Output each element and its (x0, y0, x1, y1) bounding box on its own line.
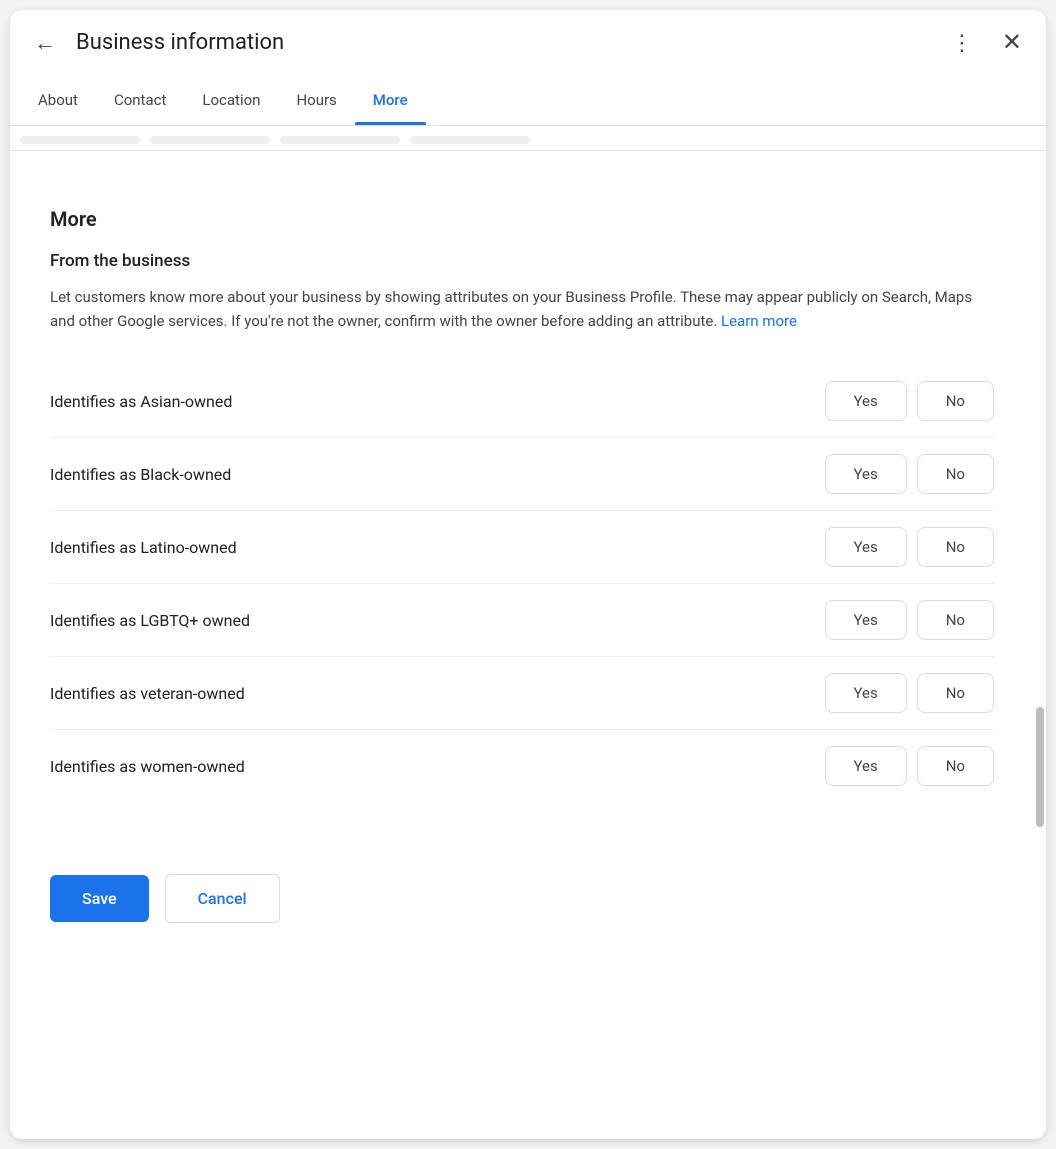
tab-location[interactable]: Location (184, 75, 278, 125)
learn-more-link[interactable]: Learn more (721, 312, 797, 330)
attribute-row-veteran: Identifies as veteran-owned Yes No (50, 657, 994, 730)
attribute-row-asian: Identifies as Asian-owned Yes No (50, 365, 994, 438)
attribute-label-latino: Identifies as Latino-owned (50, 538, 825, 557)
asian-no-button[interactable]: No (917, 381, 994, 421)
attribute-row-women: Identifies as women-owned Yes No (50, 730, 994, 802)
veteran-no-button[interactable]: No (917, 673, 994, 713)
scrollbar-track[interactable] (1034, 179, 1046, 1139)
tab-bar: About Contact Location Hours More (10, 75, 1046, 126)
section-title: More (50, 207, 994, 231)
attribute-row-lgbtq: Identifies as LGBTQ+ owned Yes No (50, 584, 994, 657)
tab-more[interactable]: More (355, 75, 426, 125)
save-button[interactable]: Save (50, 875, 149, 922)
btn-group-lgbtq: Yes No (825, 600, 995, 640)
page-title: Business information (76, 30, 927, 55)
business-info-panel: ← Business information ⋮ ✕ About Contact… (10, 10, 1046, 1139)
btn-group-veteran: Yes No (825, 673, 995, 713)
lgbtq-yes-button[interactable]: Yes (825, 600, 907, 640)
attribute-label-asian: Identifies as Asian-owned (50, 392, 825, 411)
asian-yes-button[interactable]: Yes (825, 381, 907, 421)
close-button[interactable]: ✕ (998, 24, 1026, 61)
tab-contact[interactable]: Contact (96, 75, 184, 125)
attribute-row-black: Identifies as Black-owned Yes No (50, 438, 994, 511)
scrollbar-thumb[interactable] (1036, 707, 1044, 827)
veteran-yes-button[interactable]: Yes (825, 673, 907, 713)
main-content: More From the business Let customers kno… (10, 179, 1046, 842)
back-button[interactable]: ← (30, 28, 60, 58)
women-no-button[interactable]: No (917, 746, 994, 786)
btn-group-asian: Yes No (825, 381, 995, 421)
header: ← Business information ⋮ ✕ (10, 10, 1046, 75)
btn-group-women: Yes No (825, 746, 995, 786)
action-bar: Save Cancel (10, 842, 1046, 943)
section-description: Let customers know more about your busin… (50, 285, 994, 333)
attribute-label-black: Identifies as Black-owned (50, 465, 825, 484)
black-no-button[interactable]: No (917, 454, 994, 494)
attribute-label-lgbtq: Identifies as LGBTQ+ owned (50, 611, 825, 630)
tab-about[interactable]: About (20, 75, 96, 125)
scroll-area[interactable]: More From the business Let customers kno… (10, 179, 1046, 1139)
women-yes-button[interactable]: Yes (825, 746, 907, 786)
cancel-button[interactable]: Cancel (165, 874, 280, 923)
black-yes-button[interactable]: Yes (825, 454, 907, 494)
attribute-label-veteran: Identifies as veteran-owned (50, 684, 825, 703)
decorative-strip (10, 126, 1046, 148)
attribute-label-women: Identifies as women-owned (50, 757, 825, 776)
more-options-button[interactable]: ⋮ (943, 33, 982, 52)
header-divider (10, 150, 1046, 151)
latino-no-button[interactable]: No (917, 527, 994, 567)
btn-group-black: Yes No (825, 454, 995, 494)
latino-yes-button[interactable]: Yes (825, 527, 907, 567)
tab-hours[interactable]: Hours (278, 75, 354, 125)
btn-group-latino: Yes No (825, 527, 995, 567)
attribute-row-latino: Identifies as Latino-owned Yes No (50, 511, 994, 584)
from-business-title: From the business (50, 251, 994, 271)
lgbtq-no-button[interactable]: No (917, 600, 994, 640)
